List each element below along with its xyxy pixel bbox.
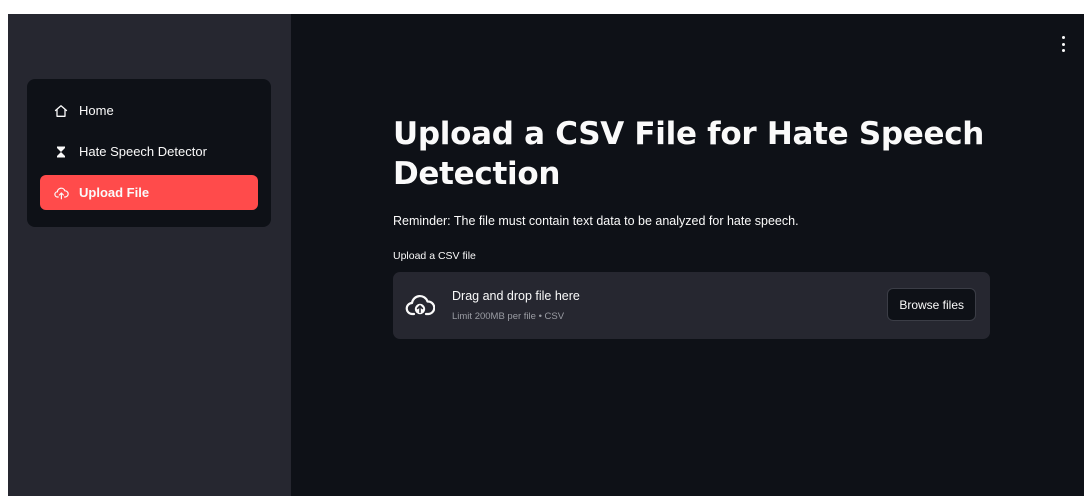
sidebar-item-label: Home (79, 103, 114, 118)
sidebar-nav-menu: Home Hate Speech Detector Upload File (27, 79, 271, 227)
main-menu-button[interactable] (1058, 36, 1068, 52)
vertical-dots-icon (1061, 42, 1065, 46)
dropzone-main-text: Drag and drop file here (452, 289, 580, 303)
page-title: Upload a CSV File for Hate Speech Detect… (393, 116, 985, 192)
sidebar-item-home[interactable]: Home (40, 93, 258, 128)
vertical-dots-icon (1061, 49, 1065, 52)
file-dropzone[interactable]: Drag and drop file here Limit 200MB per … (393, 272, 990, 339)
sidebar: Home Hate Speech Detector Upload File (8, 14, 291, 496)
hourglass-icon (53, 144, 69, 160)
cloud-upload-icon (53, 185, 69, 201)
app-window: Home Hate Speech Detector Upload File Up… (8, 14, 1084, 496)
dropzone-limit-text: Limit 200MB per file • CSV (452, 311, 565, 322)
vertical-dots-icon (1061, 36, 1065, 39)
sidebar-item-upload-file[interactable]: Upload File (40, 175, 258, 210)
sidebar-item-hate-speech-detector[interactable]: Hate Speech Detector (40, 134, 258, 169)
dropzone-instructions: Drag and drop file here Limit 200MB per … (452, 289, 580, 322)
sidebar-item-label: Hate Speech Detector (79, 144, 207, 159)
cloud-upload-icon (405, 295, 435, 316)
reminder-text: Reminder: The file must contain text dat… (393, 214, 799, 228)
page-content: Upload a CSV File for Hate Speech Detect… (393, 114, 991, 339)
main-content: Upload a CSV File for Hate Speech Detect… (291, 14, 1084, 496)
browse-files-button[interactable]: Browse files (887, 288, 976, 321)
house-icon (53, 103, 69, 119)
sidebar-item-label: Upload File (79, 185, 150, 200)
file-uploader-label: Upload a CSV file (393, 250, 476, 262)
